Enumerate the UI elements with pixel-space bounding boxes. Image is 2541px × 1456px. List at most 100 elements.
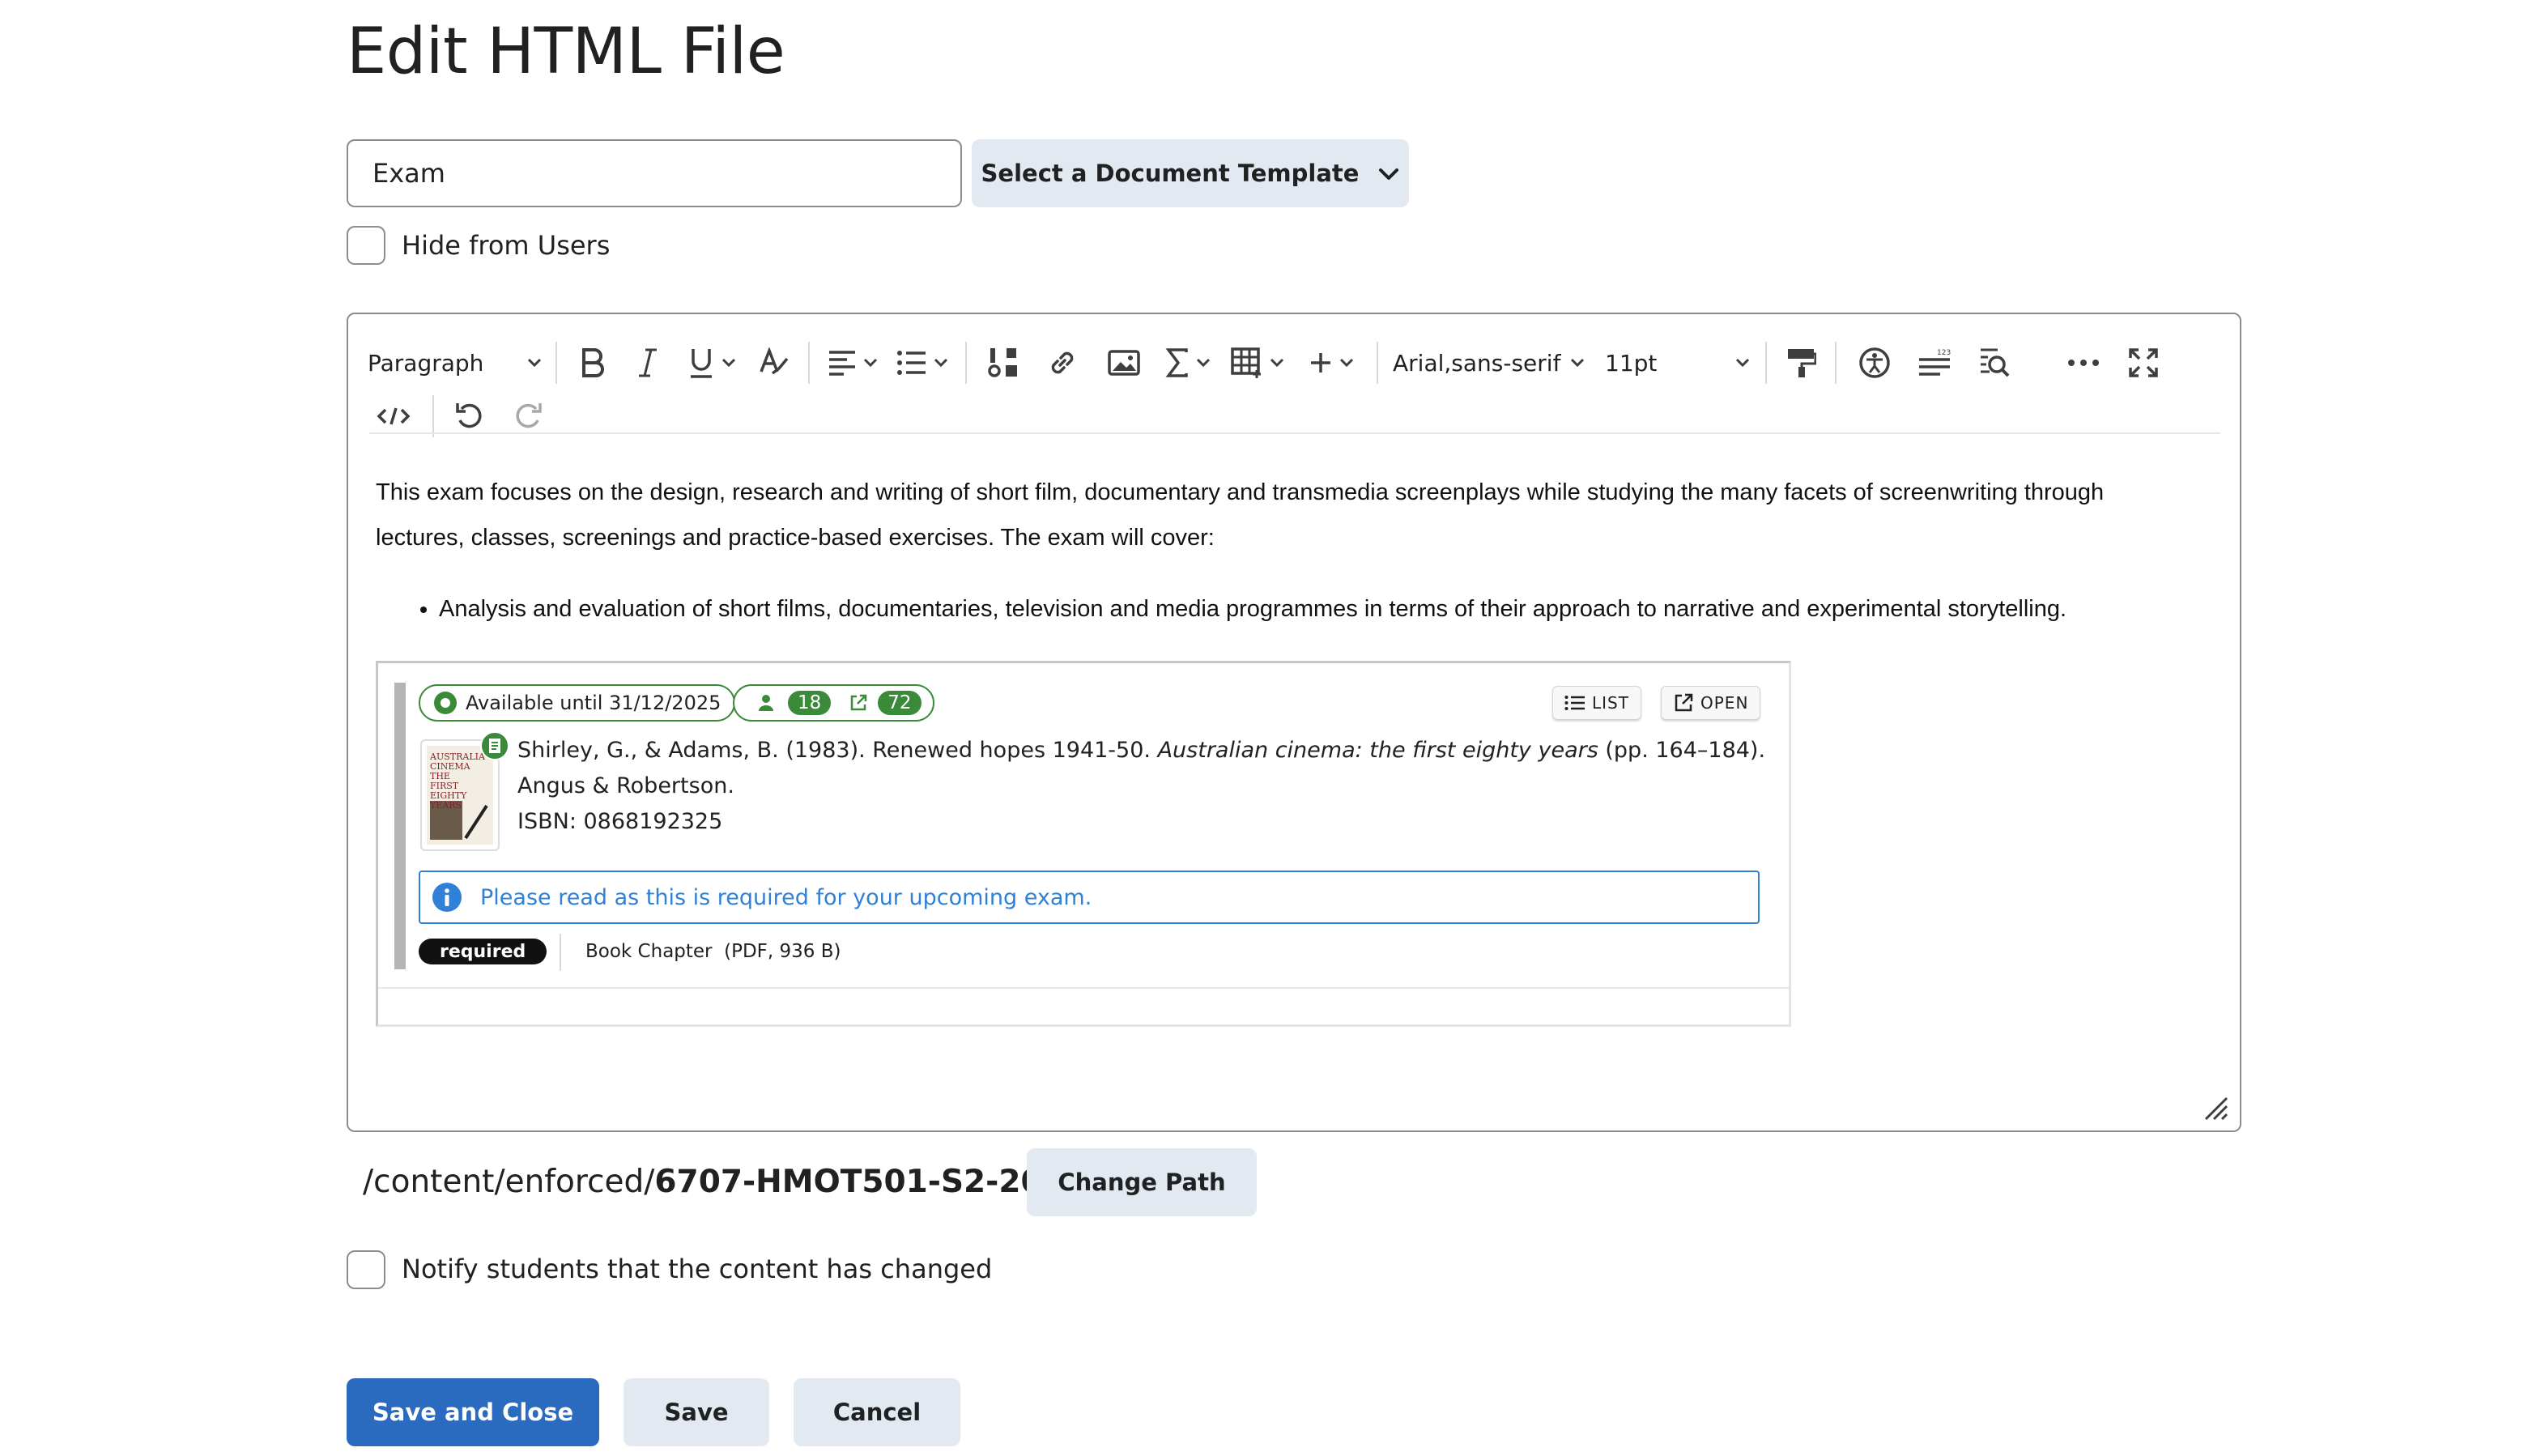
font-size-dropdown[interactable]: 11pt bbox=[1598, 338, 1757, 387]
italic-button[interactable] bbox=[620, 338, 675, 387]
chevron-down-icon bbox=[934, 358, 948, 368]
required-badge: required bbox=[419, 939, 547, 964]
insert-dropdown[interactable] bbox=[1294, 338, 1368, 387]
table-icon bbox=[1231, 347, 1261, 378]
bold-icon bbox=[582, 348, 604, 377]
insert-link-button[interactable] bbox=[1032, 338, 1093, 387]
info-notice-text: Please read as this is required for your… bbox=[480, 884, 1092, 910]
underline-icon bbox=[691, 349, 712, 378]
font-family-dropdown[interactable]: Arial,sans-serif bbox=[1386, 338, 1592, 387]
hide-from-users-checkbox[interactable] bbox=[347, 226, 385, 265]
file-meta: Book Chapter (PDF, 936 B) bbox=[585, 941, 841, 962]
hide-from-users-label: Hide from Users bbox=[402, 230, 611, 261]
bold-button[interactable] bbox=[565, 338, 620, 387]
toolbar-row-2 bbox=[363, 389, 555, 444]
font-family-label: Arial,sans-serif bbox=[1393, 349, 1561, 377]
path-prefix: /content/enforced/ bbox=[363, 1164, 655, 1200]
bulleted-list-icon bbox=[897, 351, 926, 375]
content-bullet-list: Analysis and evaluation of short films, … bbox=[376, 593, 2222, 625]
chevron-down-icon bbox=[1378, 160, 1399, 187]
availability-badge: Available until 31/12/2025 bbox=[419, 684, 736, 722]
more-icon bbox=[2068, 360, 2099, 366]
open-button-label: OPEN bbox=[1700, 693, 1749, 713]
check-circle-icon bbox=[434, 692, 457, 714]
toolbar-separator bbox=[555, 342, 557, 384]
external-link-icon bbox=[851, 694, 867, 711]
editor-content[interactable]: This exam focuses on the design, researc… bbox=[376, 470, 2222, 625]
preview-button[interactable] bbox=[1964, 338, 2024, 387]
svg-text:123: 123 bbox=[1937, 349, 1951, 357]
resize-handle-icon[interactable] bbox=[2203, 1095, 2230, 1122]
toolbar-separator bbox=[1835, 342, 1837, 384]
page-title: Edit HTML File bbox=[347, 15, 785, 88]
card-footer-divider bbox=[378, 987, 1789, 989]
fullscreen-icon bbox=[2129, 348, 2158, 377]
format-painter-button[interactable] bbox=[1775, 338, 1827, 387]
list-button-label: LIST bbox=[1592, 693, 1629, 713]
meta-separator bbox=[560, 934, 561, 971]
block-format-dropdown[interactable]: Paragraph bbox=[363, 338, 547, 387]
font-size-label: 11pt bbox=[1605, 349, 1658, 377]
clear-formatting-button[interactable] bbox=[748, 338, 800, 387]
usage-stats-badge: 18 72 bbox=[733, 684, 934, 722]
list-icon bbox=[1564, 696, 1585, 710]
insert-stuff-icon bbox=[988, 348, 1017, 377]
chevron-down-icon bbox=[1570, 358, 1585, 368]
notify-students-checkbox[interactable] bbox=[347, 1250, 385, 1289]
image-icon bbox=[1108, 350, 1140, 376]
change-path-button[interactable]: Change Path bbox=[1027, 1148, 1257, 1216]
chevron-down-icon bbox=[1735, 358, 1750, 368]
info-notice: Please read as this is required for your… bbox=[419, 871, 1760, 924]
cancel-button[interactable]: Cancel bbox=[794, 1378, 960, 1446]
citation-book-title: Australian cinema: the first eighty year… bbox=[1157, 738, 1598, 763]
fullscreen-button[interactable] bbox=[2113, 338, 2173, 387]
chevron-down-icon bbox=[863, 358, 878, 368]
toolbar-divider bbox=[369, 432, 2220, 434]
title-input[interactable] bbox=[347, 139, 962, 207]
chevron-down-icon bbox=[721, 358, 736, 368]
open-button[interactable]: OPEN bbox=[1661, 686, 1761, 720]
plus-icon bbox=[1311, 353, 1330, 373]
align-dropdown[interactable] bbox=[818, 338, 887, 387]
word-count-button[interactable]: 123 bbox=[1905, 338, 1964, 387]
toolbar-separator bbox=[808, 342, 810, 384]
toolbar-separator bbox=[1765, 342, 1767, 384]
isbn-text: ISBN: 0868192325 bbox=[517, 809, 723, 834]
accessibility-checker-button[interactable] bbox=[1845, 338, 1905, 387]
underline-dropdown[interactable] bbox=[675, 338, 748, 387]
toolbar-separator bbox=[965, 342, 967, 384]
block-format-label: Paragraph bbox=[368, 349, 484, 377]
italic-icon bbox=[639, 348, 657, 377]
toolbar-separator bbox=[432, 395, 434, 437]
document-icon bbox=[480, 731, 509, 760]
insert-image-button[interactable] bbox=[1093, 338, 1155, 387]
card-accent-bar bbox=[394, 683, 406, 969]
toolbar-separator bbox=[1377, 342, 1378, 384]
reading-resource-card[interactable]: Available until 31/12/2025 18 72 LIST OP… bbox=[376, 661, 1791, 1027]
content-paragraph: This exam focuses on the design, researc… bbox=[376, 479, 2105, 551]
equation-dropdown[interactable] bbox=[1155, 338, 1221, 387]
template-button-label: Select a Document Template bbox=[981, 160, 1360, 187]
book-cover-thumbnail: AUSTRALIA CINEMA THE FIRST EIGHTY YEARS bbox=[420, 731, 509, 851]
citation-text: Shirley, G., & Adams, B. (1983). Renewed… bbox=[517, 733, 1781, 840]
text-format-icon bbox=[760, 347, 789, 375]
content-path: /content/enforced/6707-HMOT501-S2-2024/ bbox=[363, 1160, 1097, 1205]
chevron-down-icon bbox=[527, 358, 542, 368]
availability-text: Available until 31/12/2025 bbox=[466, 692, 721, 714]
chevron-down-icon bbox=[1196, 358, 1211, 368]
save-and-close-button[interactable]: Save and Close bbox=[347, 1378, 599, 1446]
book-cover-title: AUSTRALIA CINEMA THE FIRST EIGHTY YEARS bbox=[430, 751, 485, 811]
list-dropdown[interactable] bbox=[887, 338, 957, 387]
user-count: 18 bbox=[788, 691, 832, 715]
list-button[interactable]: LIST bbox=[1552, 686, 1641, 720]
list-item: Analysis and evaluation of short films, … bbox=[439, 593, 2222, 625]
word-count-icon: 123 bbox=[1919, 349, 1951, 376]
insert-stuff-button[interactable] bbox=[975, 338, 1032, 387]
open-count: 72 bbox=[878, 691, 921, 715]
save-button[interactable]: Save bbox=[624, 1378, 769, 1446]
chevron-down-icon bbox=[1270, 358, 1284, 368]
table-dropdown[interactable] bbox=[1221, 338, 1294, 387]
redo-icon bbox=[516, 403, 542, 428]
select-document-template-button[interactable]: Select a Document Template bbox=[972, 139, 1409, 207]
more-actions-button[interactable] bbox=[2054, 338, 2113, 387]
